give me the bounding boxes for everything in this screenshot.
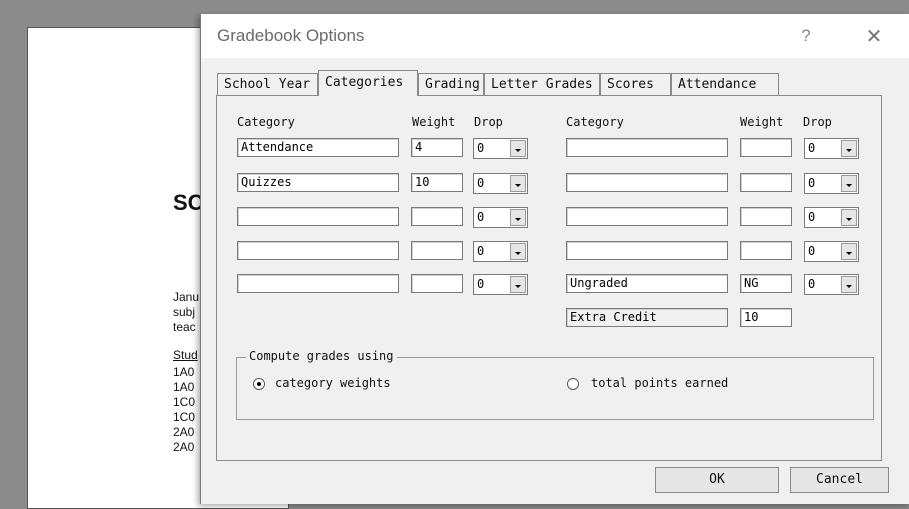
category-name-input[interactable] xyxy=(237,241,399,260)
tab-scores[interactable]: Scores xyxy=(600,73,671,95)
dropdown-arrow-icon[interactable] xyxy=(841,140,857,157)
drop-value: 0 xyxy=(477,141,485,155)
category-name-input[interactable] xyxy=(237,207,399,226)
weight-input[interactable] xyxy=(411,241,463,260)
tab-letter-grades[interactable]: Letter Grades xyxy=(484,73,600,95)
weight-header: Weight xyxy=(412,115,456,129)
document-list-item: 2A0 xyxy=(173,425,195,439)
document-list-item: 1C0 xyxy=(173,395,196,409)
ungraded-category-input[interactable]: Ungraded xyxy=(566,274,728,293)
tab-attendance[interactable]: Attendance xyxy=(671,73,779,95)
drop-select-right[interactable]: 0 xyxy=(804,274,859,295)
drop-value: 0 xyxy=(477,277,485,291)
drop-value: 0 xyxy=(808,141,816,155)
dropdown-arrow-icon[interactable] xyxy=(841,209,857,226)
weight-input-right[interactable] xyxy=(740,138,792,157)
weight-input[interactable] xyxy=(411,207,463,226)
dropdown-arrow-icon[interactable] xyxy=(510,276,526,293)
drop-select-right[interactable]: 0 xyxy=(804,241,859,262)
document-list-item: 1C0 xyxy=(173,410,196,424)
category-header: Category xyxy=(237,115,295,129)
drop-value: 0 xyxy=(808,210,816,224)
drop-select[interactable]: 0 xyxy=(473,241,528,262)
document-line: Janu xyxy=(173,290,200,304)
dropdown-arrow-icon[interactable] xyxy=(510,140,526,157)
document-list-header: Stud xyxy=(173,348,198,362)
category-name-input[interactable]: Attendance xyxy=(237,138,399,157)
weight-input-right[interactable] xyxy=(740,241,792,260)
dropdown-arrow-icon[interactable] xyxy=(510,209,526,226)
drop-select[interactable]: 0 xyxy=(473,138,528,159)
drop-value: 0 xyxy=(477,210,485,224)
drop-select[interactable]: 0 xyxy=(473,207,528,228)
extra-credit-weight-input[interactable]: 10 xyxy=(740,308,792,327)
cancel-button[interactable]: Cancel xyxy=(790,467,889,493)
document-line: subj xyxy=(173,305,196,319)
drop-value: 0 xyxy=(477,176,485,190)
category-weights-radio[interactable] xyxy=(253,378,265,390)
tab-categories[interactable]: Categories xyxy=(318,70,418,96)
drop-value: 0 xyxy=(808,277,816,291)
drop-header: Drop xyxy=(474,115,503,129)
dropdown-arrow-icon[interactable] xyxy=(841,243,857,260)
total-points-label[interactable]: total points earned xyxy=(591,376,728,390)
dropdown-arrow-icon[interactable] xyxy=(841,175,857,192)
weight-input[interactable]: 4 xyxy=(411,138,463,157)
drop-select[interactable]: 0 xyxy=(473,274,528,295)
gradebook-options-dialog: Gradebook Options ? ✕ School Year Catego… xyxy=(200,14,909,504)
drop-select-right[interactable]: 0 xyxy=(804,207,859,228)
document-list: Stud 1A0 1A0 1C0 1C0 2A0 2A0 xyxy=(173,348,198,455)
dropdown-arrow-icon[interactable] xyxy=(510,243,526,260)
weight-input[interactable] xyxy=(411,274,463,293)
drop-value: 0 xyxy=(477,244,485,258)
document-paragraph: Janu subj teac xyxy=(173,290,199,335)
tab-grading[interactable]: Grading xyxy=(418,73,484,95)
category-name-input-right[interactable] xyxy=(566,241,728,260)
tab-school-year[interactable]: School Year xyxy=(217,73,318,95)
title-bar[interactable]: Gradebook Options ? ✕ xyxy=(201,14,909,58)
ok-button[interactable]: OK xyxy=(655,467,779,493)
category-header-right: Category xyxy=(566,115,624,129)
document-line: teac xyxy=(173,320,196,334)
category-name-input-right[interactable] xyxy=(566,207,728,226)
weight-input-right[interactable] xyxy=(740,173,792,192)
drop-select[interactable]: 0 xyxy=(473,173,528,194)
total-points-radio[interactable] xyxy=(567,378,579,390)
drop-select-right[interactable]: 0 xyxy=(804,173,859,194)
weight-header-right: Weight xyxy=(740,115,784,129)
drop-value: 0 xyxy=(808,176,816,190)
extra-credit-label: Extra Credit xyxy=(566,308,728,327)
category-weights-label[interactable]: category weights xyxy=(275,376,391,390)
weight-input[interactable]: 10 xyxy=(411,173,463,192)
radio-selected-dot xyxy=(257,382,261,386)
document-list-item: 1A0 xyxy=(173,380,195,394)
category-name-input-right[interactable] xyxy=(566,173,728,192)
weight-input-right[interactable] xyxy=(740,207,792,226)
category-name-input[interactable]: Quizzes xyxy=(237,173,399,192)
help-icon[interactable]: ? xyxy=(793,23,819,49)
document-list-item: 2A0 xyxy=(173,440,195,454)
dialog-title: Gradebook Options xyxy=(217,26,365,45)
dropdown-arrow-icon[interactable] xyxy=(841,276,857,293)
category-name-input-right[interactable] xyxy=(566,138,728,157)
document-heading: SC xyxy=(173,190,204,215)
compute-grades-title: Compute grades using xyxy=(246,349,397,363)
document-list-item: 1A0 xyxy=(173,365,195,379)
close-icon[interactable]: ✕ xyxy=(858,21,890,51)
drop-value: 0 xyxy=(808,244,816,258)
dropdown-arrow-icon[interactable] xyxy=(510,175,526,192)
drop-header-right: Drop xyxy=(803,115,832,129)
ungraded-weight-input[interactable]: NG xyxy=(740,274,792,293)
category-name-input[interactable] xyxy=(237,274,399,293)
drop-select-right[interactable]: 0 xyxy=(804,138,859,159)
